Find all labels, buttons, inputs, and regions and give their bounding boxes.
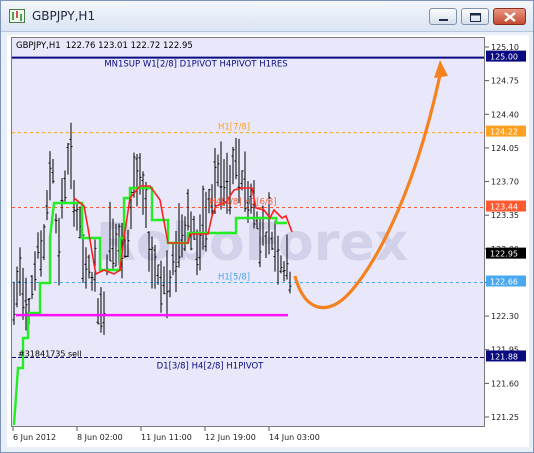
minimize-button[interactable] [429,8,457,25]
minimize-icon [439,19,448,21]
x-tick-label: 6 Jun 2012 [13,433,56,442]
price-chart[interactable]: RoboForex GBPJPY,H1 122.76 123.01 122.72 … [12,38,484,426]
watermark-text: RoboForex [96,213,408,273]
symbol-label: GBPJPY,H1 122.76 123.01 122.72 122.95 [16,41,193,51]
level-label: H1[5/8] [218,272,250,282]
close-button[interactable] [493,8,526,25]
maximize-icon [470,13,481,22]
y-tick-label: 123.70 [491,178,519,187]
x-tick-label: 8 Jun 02:00 [77,433,123,442]
level-label: D1[3/8] H4[2/8] H1PIVOT [157,361,265,371]
price-badge-label: 124.22 [490,128,518,137]
level-label: H4[3/8] H1[6/8] [210,198,277,208]
y-tick-label: 123.35 [491,211,519,220]
time-axis[interactable]: 6 Jun 2012 8 Jun 02:00 11 Jun 11:00 12 Jun … [11,427,485,445]
y-tick-label: 124.05 [491,144,519,153]
close-icon [504,12,516,22]
price-badge-label: 121.88 [490,352,518,361]
x-tick-label: 11 Jun 11:00 [141,433,192,442]
price-axis[interactable]: 125.10124.75124.40124.05123.70123.35123.… [485,37,529,429]
y-tick-label: 124.40 [491,110,519,119]
level-label: MN1SUP W1[2/8] D1PIVOT H4PIVOT H1RES [104,60,287,70]
maximize-button[interactable] [461,8,489,25]
price-badge-label: 123.44 [490,203,518,212]
price-badge-label: 122.95 [490,250,518,259]
y-tick-label: 121.60 [491,379,519,388]
chart-window: GBPJPY,H1 RoboForex GBPJPY,H1 122.76 123.… [0,0,534,453]
y-tick-label: 122.30 [491,312,519,321]
level-label: H1[7/8] [218,123,250,133]
order-label: #31841735 sell [18,349,82,358]
x-tick-label: 12 Jun 19:00 [205,433,256,442]
chart-area[interactable]: RoboForex GBPJPY,H1 122.76 123.01 122.72 … [7,35,529,447]
forecast-arrowhead [434,60,448,78]
window-title: GBPJPY,H1 [32,9,96,23]
price-badge-label: 125.00 [490,53,518,62]
chart-icon [9,9,25,23]
plot-area[interactable]: RoboForex GBPJPY,H1 122.76 123.01 122.72 … [11,37,485,427]
x-tick-label: 14 Jun 03:00 [269,433,320,442]
title-bar[interactable]: GBPJPY,H1 [1,1,533,32]
y-tick-label: 121.25 [491,413,519,422]
price-badge-label: 122.66 [490,277,518,286]
y-tick-label: 124.75 [491,77,519,86]
